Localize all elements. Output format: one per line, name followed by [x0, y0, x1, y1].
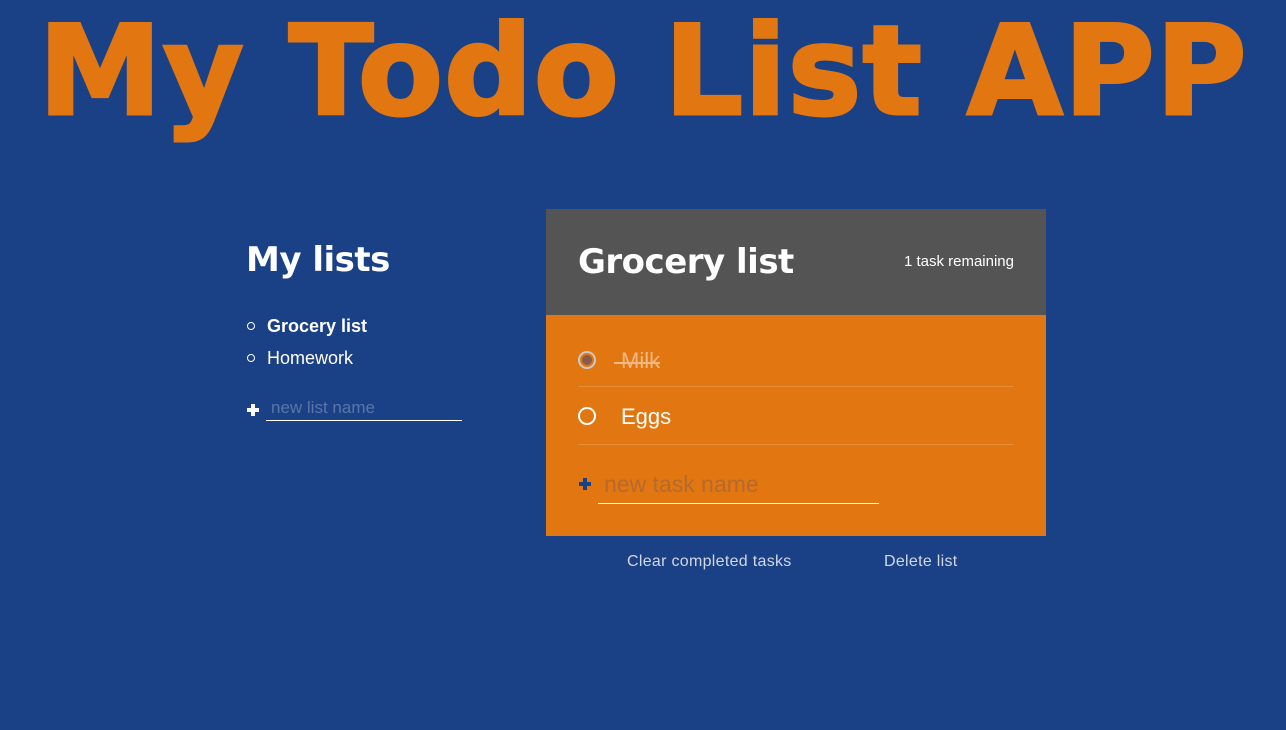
lists-list: Grocery list Homework: [246, 310, 486, 374]
list-item-label: Homework: [267, 348, 354, 368]
todo-panel: Grocery list 1 task remaining Milk Eggs: [546, 209, 1046, 536]
task-count: 1 task remaining: [903, 253, 1014, 270]
task-item-milk[interactable]: Milk: [578, 315, 1014, 387]
todo-list-title: Grocery list: [578, 242, 794, 282]
new-task-input[interactable]: [598, 465, 879, 504]
task-item-eggs[interactable]: Eggs: [578, 387, 1014, 445]
new-list-input[interactable]: [266, 396, 462, 421]
delete-list-button[interactable]: Delete list: [884, 551, 958, 573]
task-list: Milk Eggs: [578, 315, 1014, 445]
todo-body: Milk Eggs: [546, 315, 1046, 536]
circle-bullet-icon: [247, 322, 255, 330]
panel-actions: Clear completed tasks Delete list: [546, 551, 1046, 573]
list-item-label: Grocery list: [267, 316, 368, 336]
checked-circle-checkbox-icon[interactable]: [578, 351, 596, 369]
task-label: Milk: [613, 348, 661, 373]
lists-heading: My lists: [246, 240, 390, 280]
lists-panel: My lists Grocery list Homework: [246, 238, 486, 426]
circle-bullet-icon: [247, 354, 255, 362]
list-item-grocery-list[interactable]: Grocery list: [246, 310, 486, 342]
new-task-form: [578, 465, 898, 505]
new-list-form: [246, 396, 486, 426]
todo-header: Grocery list 1 task remaining: [546, 209, 1046, 315]
add-task-plus-icon[interactable]: [579, 478, 591, 490]
task-label: Eggs: [621, 404, 672, 429]
app-title: My Todo List APP: [37, 0, 1248, 144]
circle-checkbox-icon[interactable]: [578, 407, 596, 425]
clear-completed-button[interactable]: Clear completed tasks: [627, 551, 792, 573]
add-list-plus-icon[interactable]: [247, 404, 259, 416]
list-item-homework[interactable]: Homework: [246, 342, 486, 374]
